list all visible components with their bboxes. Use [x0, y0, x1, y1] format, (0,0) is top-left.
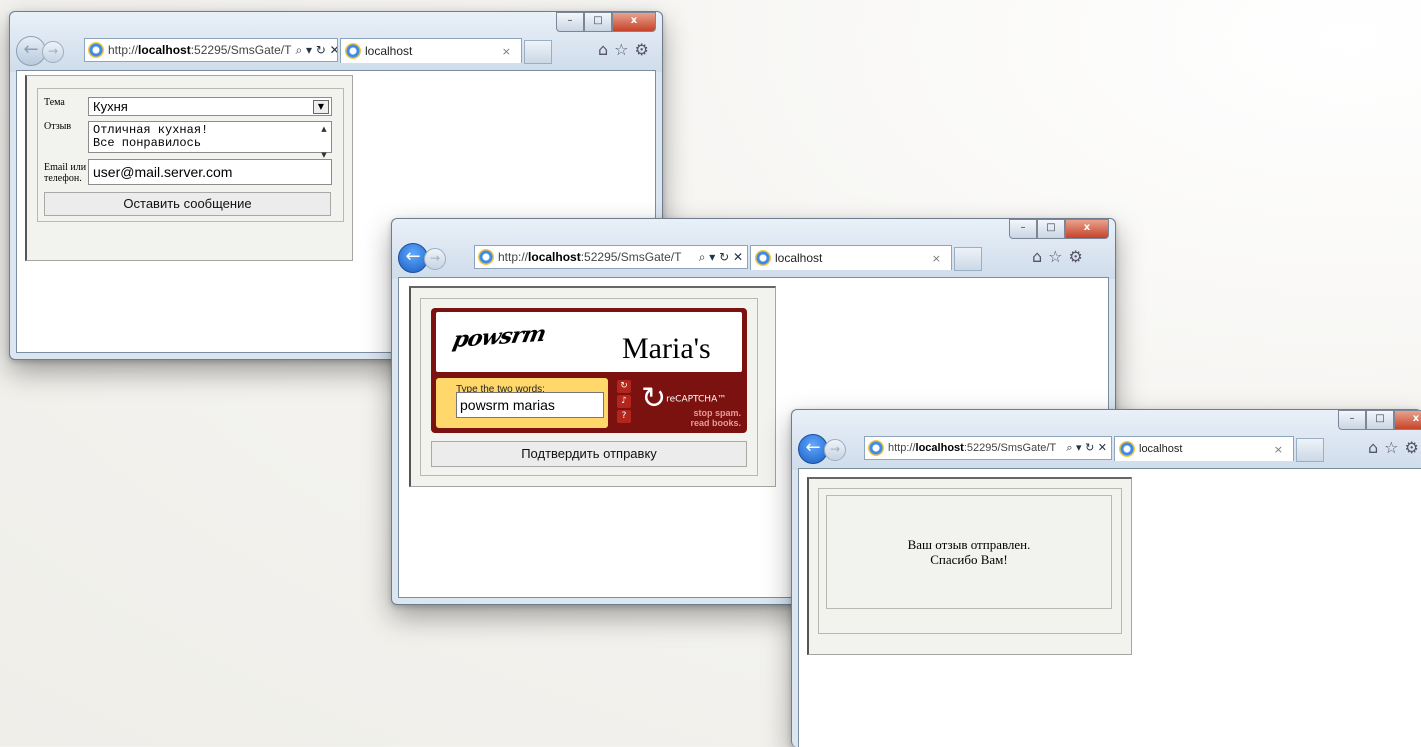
address-bar[interactable]: http://localhost:52295/SmsGate/T ⌕ ▾ ↻ ✕	[864, 436, 1112, 460]
audio-icon[interactable]: ♪	[617, 395, 631, 408]
browser-tab[interactable]: localhost ×	[750, 245, 952, 270]
navigation-bar: ← → http://localhost:52295/SmsGate/T ⌕ ▾…	[398, 243, 1109, 273]
recaptcha-logo-text: reCAPTCHA™	[666, 394, 727, 405]
new-tab-button[interactable]	[954, 247, 982, 271]
ie-logo-icon	[868, 440, 884, 456]
contact-input[interactable]: user@mail.server.com	[88, 159, 332, 185]
caption-buttons: – □ x	[1009, 219, 1109, 239]
captcha-image: powsrm Maria's	[436, 312, 742, 372]
address-url: http://localhost:52295/SmsGate/T	[108, 43, 292, 57]
toolbar-icons: ⌂ ☆ ⚙	[1368, 438, 1419, 457]
captcha-response-input[interactable]: powsrm marias	[456, 392, 604, 418]
home-icon[interactable]: ⌂	[1032, 247, 1042, 266]
forward-arrow-icon[interactable]: →	[424, 248, 446, 270]
help-icon[interactable]: ?	[617, 410, 631, 423]
refresh-icon[interactable]: ↻	[617, 380, 631, 393]
contact-input-value: user@mail.server.com	[93, 164, 233, 180]
captcha-panel: powsrm Maria's Type the two words: powsr…	[409, 286, 776, 487]
favorites-star-icon[interactable]: ☆	[614, 40, 628, 59]
captcha-controls: ↻ ♪ ?	[617, 380, 631, 423]
home-icon[interactable]: ⌂	[1368, 438, 1378, 457]
forward-arrow-icon[interactable]: →	[824, 439, 846, 461]
minimize-button[interactable]: –	[1338, 410, 1366, 430]
topic-select-value: Кухня	[93, 99, 128, 114]
gear-icon[interactable]: ⚙	[1069, 247, 1083, 266]
new-tab-button[interactable]	[1296, 438, 1324, 462]
forward-arrow-icon[interactable]: →	[42, 41, 64, 63]
toolbar-icons: ⌂ ☆ ⚙	[1032, 247, 1083, 266]
navigation-bar: ← → http://localhost:52295/SmsGate/T ⌕ ▾…	[798, 434, 1421, 464]
navigation-bar: ← → http://localhost:52295/SmsGate/T ⌕ ▾…	[16, 36, 656, 66]
captcha-response-value: powsrm marias	[460, 397, 555, 413]
maximize-button[interactable]: □	[1366, 410, 1394, 430]
tab-title: localhost	[365, 44, 413, 58]
close-button[interactable]: x	[1065, 219, 1109, 239]
minimize-button[interactable]: –	[556, 12, 584, 32]
chevron-down-icon[interactable]: ▼	[313, 100, 329, 114]
review-textarea[interactable]: Отличная кухная! Все понравилось ▲ ▼	[88, 121, 332, 159]
confirmation-line-2: Спасибо Вам!	[930, 552, 1008, 567]
address-controls-icons[interactable]: ⌕ ▾ ↻ ✕	[695, 250, 747, 265]
address-url: http://localhost:52295/SmsGate/T	[498, 250, 682, 264]
recaptcha-tagline: stop spam. read books.	[690, 408, 741, 428]
favorites-star-icon[interactable]: ☆	[1384, 438, 1398, 457]
page-content: Ваш отзыв отправлен. Спасибо Вам!	[798, 468, 1421, 747]
form-panel: Тема Кухня ▼ Отзыв Отличная кухная! Все …	[25, 75, 353, 261]
submit-message-button[interactable]: Оставить сообщение	[44, 192, 331, 216]
browser-tab[interactable]: localhost ×	[340, 38, 522, 63]
tab-ie-icon	[755, 250, 771, 266]
address-controls-icons[interactable]: ⌕ ▾ ↻ ✕	[1062, 441, 1111, 455]
favorites-star-icon[interactable]: ☆	[1048, 247, 1062, 266]
home-icon[interactable]: ⌂	[598, 40, 608, 59]
address-bar[interactable]: http://localhost:52295/SmsGate/T ⌕ ▾ ↻ ✕	[474, 245, 748, 269]
contact-label: Email или телефон.	[44, 162, 86, 184]
toolbar-icons: ⌂ ☆ ⚙	[598, 40, 649, 59]
captcha-book-word: Maria's	[622, 332, 711, 365]
review-label: Отзыв	[44, 121, 72, 132]
new-tab-button[interactable]	[524, 40, 552, 64]
gear-icon[interactable]: ⚙	[635, 40, 649, 59]
ie-logo-icon	[88, 42, 104, 58]
topic-label: Тема	[44, 97, 65, 108]
close-button[interactable]: x	[1394, 410, 1421, 430]
captcha-input-area: Type the two words: powsrm marias	[436, 378, 608, 428]
textarea-scrollbar[interactable]: ▲ ▼	[318, 123, 330, 159]
tab-title: localhost	[775, 251, 823, 265]
address-controls-icons[interactable]: ⌕ ▾ ↻ ✕	[291, 43, 337, 58]
tab-ie-icon	[345, 43, 361, 59]
confirmation-panel: Ваш отзыв отправлен. Спасибо Вам!	[807, 477, 1132, 655]
address-url: http://localhost:52295/SmsGate/T	[888, 442, 1057, 454]
tab-ie-icon	[1119, 441, 1135, 457]
caption-buttons: – □ x	[556, 12, 656, 32]
tab-close-icon[interactable]: ×	[1274, 443, 1283, 456]
address-bar[interactable]: http://localhost:52295/SmsGate/T ⌕ ▾ ↻ ✕	[84, 38, 338, 62]
confirmation-message: Ваш отзыв отправлен. Спасибо Вам!	[826, 537, 1112, 567]
caption-buttons: – □ x	[1338, 410, 1421, 430]
browser-tab[interactable]: localhost ×	[1114, 436, 1294, 461]
tab-close-icon[interactable]: ×	[502, 45, 511, 58]
gear-icon[interactable]: ⚙	[1405, 438, 1419, 457]
confirm-send-button[interactable]: Подтвердить отправку	[431, 441, 747, 467]
maximize-button[interactable]: □	[1037, 219, 1065, 239]
close-button[interactable]: x	[612, 12, 656, 32]
ie-logo-icon	[478, 249, 494, 265]
topic-select[interactable]: Кухня ▼	[88, 97, 332, 116]
recaptcha-tagline-line-2: read books.	[690, 418, 741, 428]
captcha-distorted-word: powsrm	[450, 320, 548, 354]
confirmation-line-1: Ваш отзыв отправлен.	[907, 537, 1031, 552]
recaptcha-widget: powsrm Maria's Type the two words: powsr…	[431, 308, 747, 433]
review-line-2: Все понравилось	[93, 136, 202, 150]
browser-window-confirmation: – □ x ← → http://localhost:52295/SmsGate…	[791, 409, 1421, 747]
minimize-button[interactable]: –	[1009, 219, 1037, 239]
tab-title: localhost	[1139, 443, 1183, 455]
contact-label-line-1: Email или	[44, 162, 87, 173]
contact-label-line-2: телефон.	[44, 173, 82, 184]
maximize-button[interactable]: □	[584, 12, 612, 32]
recaptcha-logo-circle-icon: ↻	[641, 381, 667, 416]
tab-close-icon[interactable]: ×	[932, 252, 941, 265]
recaptcha-tagline-line-1: stop spam.	[693, 408, 741, 418]
